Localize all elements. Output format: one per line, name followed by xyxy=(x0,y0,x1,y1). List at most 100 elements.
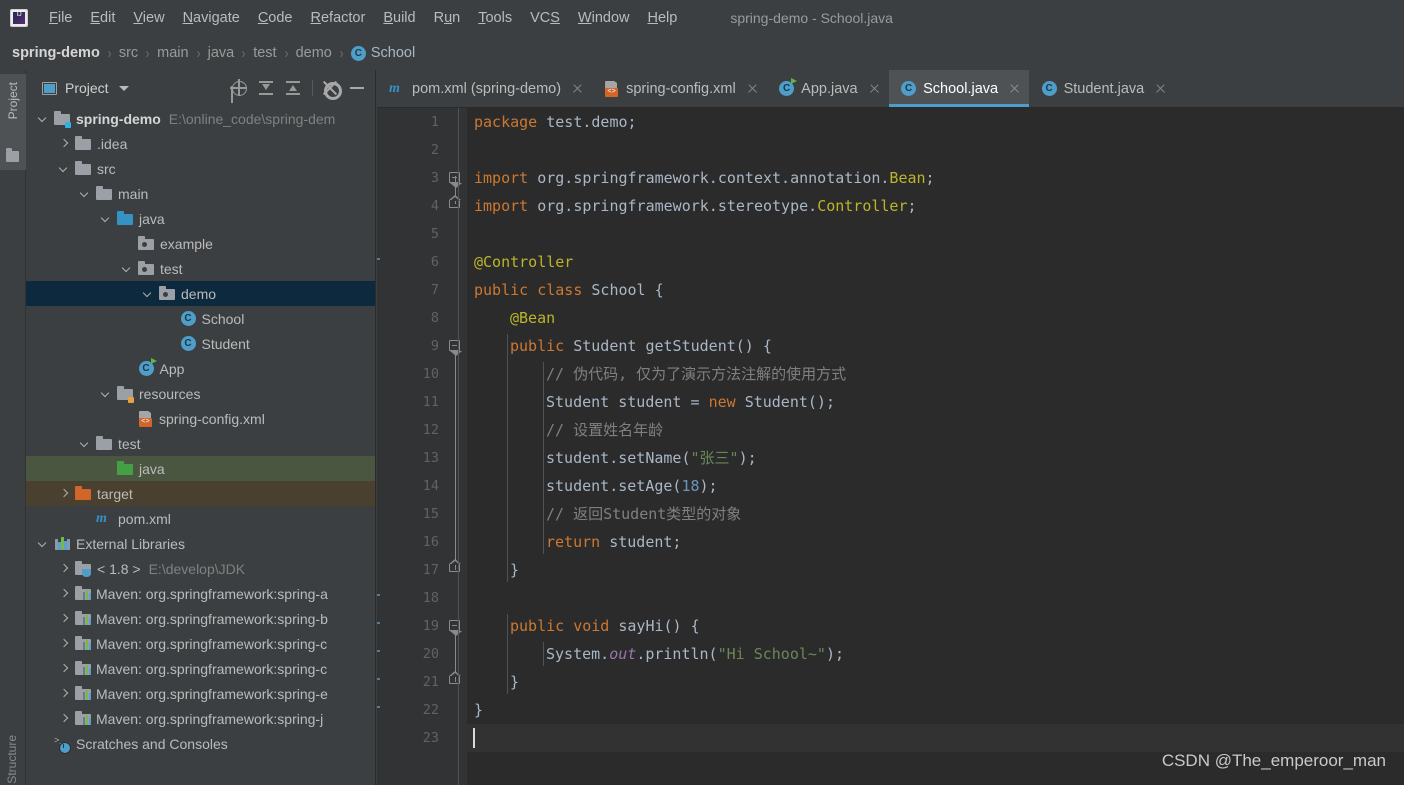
code-line-16[interactable]: return student; xyxy=(545,528,681,556)
code-line-17[interactable]: } xyxy=(509,556,519,584)
chevron-down-icon[interactable] xyxy=(118,85,129,91)
chevron-down-icon[interactable] xyxy=(99,212,112,225)
tree-node-maven-org-springframework-spring-a[interactable]: Maven: org.springframework:spring-a xyxy=(26,581,375,606)
tree-node-main[interactable]: main xyxy=(26,181,375,206)
tree-node-java[interactable]: java xyxy=(26,206,375,231)
breadcrumb-item-test[interactable]: test xyxy=(253,45,276,61)
code-text-area[interactable]: package test.demo; import org.springframe… xyxy=(467,108,1404,785)
tree-node-maven-org-springframework-spring-c[interactable]: Maven: org.springframework:spring-c xyxy=(26,656,375,681)
tree-node-spring-config-xml[interactable]: spring-config.xml xyxy=(26,406,375,431)
collapse-all-icon[interactable] xyxy=(283,78,303,98)
tree-node-test[interactable]: test xyxy=(26,431,375,456)
tree-node--1-8-[interactable]: < 1.8 > E:\develop\JDK xyxy=(26,556,375,581)
code-line-19[interactable]: public void sayHi() { xyxy=(509,612,700,640)
chevron-right-icon[interactable] xyxy=(57,712,70,725)
code-line-8[interactable]: @Bean xyxy=(509,304,555,332)
menu-item-file[interactable]: File xyxy=(40,7,81,29)
code-line-4[interactable]: import org.springframework.stereotype.Co… xyxy=(473,192,917,220)
code-line-11[interactable]: Student student = new Student(); xyxy=(545,388,835,416)
editor-gutter[interactable]: 1 2 3 4 5 6 7 8 9 10 11 12 13 14 15 16 17 18 19 20 21 22 23 xyxy=(377,108,467,785)
menu-item-window[interactable]: Window xyxy=(569,7,639,29)
tree-node-maven-org-springframework-spring-b[interactable]: Maven: org.springframework:spring-b xyxy=(26,606,375,631)
code-line-22[interactable]: } xyxy=(473,696,483,724)
tree-node-src[interactable]: src xyxy=(26,156,375,181)
chevron-right-icon[interactable] xyxy=(57,137,70,150)
code-line-10[interactable]: // 伪代码, 仅为了演示方法注解的使用方式 xyxy=(545,360,846,388)
breadcrumb-item-src[interactable]: src xyxy=(119,45,138,61)
code-line-18[interactable] xyxy=(473,584,474,612)
tree-node-spring-demo[interactable]: spring-demo E:\online_code\spring-dem xyxy=(26,106,375,131)
chevron-right-icon[interactable] xyxy=(57,662,70,675)
close-icon[interactable] xyxy=(746,82,759,95)
close-icon[interactable] xyxy=(1008,82,1021,95)
menu-item-help[interactable]: Help xyxy=(638,7,686,29)
editor-tab-student-java[interactable]: C Student.java xyxy=(1029,70,1175,107)
tree-node-maven-org-springframework-spring-e[interactable]: Maven: org.springframework:spring-e xyxy=(26,681,375,706)
editor-body[interactable]: 1 2 3 4 5 6 7 8 9 10 11 12 13 14 15 16 17 18 19 20 21 22 23 pa… xyxy=(377,108,1404,785)
menu-item-edit[interactable]: Edit xyxy=(81,7,124,29)
gear-icon[interactable] xyxy=(320,78,342,100)
breadcrumb[interactable]: spring-demo › src › main › java › test › demo › C Sch… xyxy=(0,36,1404,70)
tree-node-app[interactable]: C App xyxy=(26,356,375,381)
chevron-right-icon[interactable] xyxy=(57,562,70,575)
tree-node--idea[interactable]: .idea xyxy=(26,131,375,156)
close-icon[interactable] xyxy=(868,82,881,95)
tool-window-button-project[interactable]: Project xyxy=(0,74,26,170)
breadcrumb-item-demo[interactable]: demo xyxy=(296,45,332,61)
tool-window-button-structure[interactable]: Structure xyxy=(5,735,19,785)
editor-tab-app-java[interactable]: C App.java xyxy=(767,70,889,107)
menu-item-navigate[interactable]: Navigate xyxy=(174,7,249,29)
chevron-down-icon[interactable] xyxy=(57,162,70,175)
menu-item-vcs[interactable]: VCS xyxy=(521,7,569,29)
breadcrumb-item-java[interactable]: java xyxy=(208,45,235,61)
chevron-right-icon[interactable] xyxy=(57,687,70,700)
code-line-2[interactable] xyxy=(473,136,474,164)
chevron-down-icon[interactable] xyxy=(141,287,154,300)
menu-item-refactor[interactable]: Refactor xyxy=(302,7,375,29)
code-line-21[interactable]: } xyxy=(509,668,519,696)
tree-node-target[interactable]: target xyxy=(26,481,375,506)
menu-item-code[interactable]: Code xyxy=(249,7,302,29)
code-line-1[interactable]: package test.demo; xyxy=(473,108,637,136)
tree-node-maven-org-springframework-spring-j[interactable]: Maven: org.springframework:spring-j xyxy=(26,706,375,731)
tree-node-maven-org-springframework-spring-c[interactable]: Maven: org.springframework:spring-c xyxy=(26,631,375,656)
code-line-3[interactable]: import org.springframework.context.annot… xyxy=(473,164,935,192)
editor-tab-school-java[interactable]: C School.java xyxy=(888,70,1030,107)
menu-bar[interactable]: File Edit View Navigate Code Refactor Build Run… xyxy=(40,7,686,29)
menu-item-tools[interactable]: Tools xyxy=(469,7,521,29)
editor-tab-pom-xml-spring-demo-[interactable]: m pom.xml (spring-demo) xyxy=(377,70,592,107)
tree-node-java[interactable]: java xyxy=(26,456,375,481)
code-line-9[interactable]: public Student getStudent() { xyxy=(509,332,772,360)
breadcrumb-item-main[interactable]: main xyxy=(157,45,188,61)
menu-item-view[interactable]: View xyxy=(124,7,173,29)
chevron-down-icon[interactable] xyxy=(99,387,112,400)
tree-node-pom-xml[interactable]: m pom.xml xyxy=(26,506,375,531)
tree-node-external-libraries[interactable]: External Libraries xyxy=(26,531,375,556)
code-line-14[interactable]: student.setAge(18); xyxy=(545,472,718,500)
breadcrumb-item-school[interactable]: C School xyxy=(350,45,415,61)
chevron-right-icon[interactable] xyxy=(57,637,70,650)
code-line-7[interactable]: public class School { xyxy=(473,276,664,304)
chevron-right-icon[interactable] xyxy=(57,487,70,500)
expand-all-icon[interactable] xyxy=(256,78,276,98)
tree-node-school[interactable]: C School xyxy=(26,306,375,331)
chevron-down-icon[interactable] xyxy=(120,262,133,275)
tree-node-resources[interactable]: resources xyxy=(26,381,375,406)
tree-node-student[interactable]: C Student xyxy=(26,331,375,356)
close-icon[interactable] xyxy=(1154,82,1167,95)
code-line-12[interactable]: // 设置姓名年龄 xyxy=(545,416,663,444)
chevron-right-icon[interactable] xyxy=(57,612,70,625)
minimize-icon[interactable] xyxy=(347,78,367,98)
menu-item-run[interactable]: Run xyxy=(425,7,470,29)
tree-node-test[interactable]: test xyxy=(26,256,375,281)
tree-node-example[interactable]: example xyxy=(26,231,375,256)
code-line-15[interactable]: // 返回Student类型的对象 xyxy=(545,500,741,528)
chevron-down-icon[interactable] xyxy=(36,537,49,550)
breadcrumb-item-spring-demo[interactable]: spring-demo xyxy=(12,45,100,61)
code-folding-strip[interactable] xyxy=(444,108,467,785)
project-tree[interactable]: spring-demo E:\online_code\spring-dem .ide… xyxy=(26,106,375,785)
tree-node-scratches-and-consoles[interactable]: Scratches and Consoles xyxy=(26,731,375,756)
chevron-down-icon[interactable] xyxy=(36,112,49,125)
menu-item-build[interactable]: Build xyxy=(374,7,424,29)
code-line-6[interactable]: @Controller xyxy=(473,248,573,276)
